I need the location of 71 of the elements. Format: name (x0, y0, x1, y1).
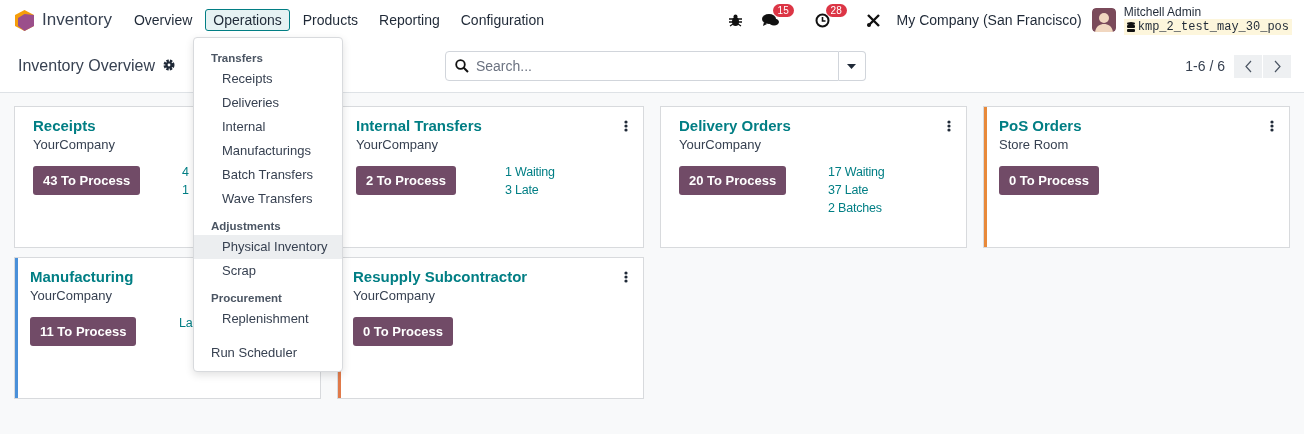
kebab-menu-icon (1270, 120, 1274, 132)
kebab-menu-icon (624, 120, 628, 132)
app-name[interactable]: Inventory (42, 10, 112, 30)
menu-item[interactable]: Internal (194, 115, 342, 139)
menu-item[interactable]: Run Scheduler (194, 341, 342, 365)
menu-section-header: Transfers (210, 51, 264, 66)
search-icon (454, 59, 469, 73)
menu-item[interactable]: Receipts (194, 67, 342, 91)
pager-value: 1-6 / 6 (1185, 58, 1225, 74)
stat-link[interactable]: 37 Late (828, 183, 869, 197)
user-name[interactable]: Mitchell Admin (1123, 5, 1292, 19)
stat-link[interactable]: La (179, 316, 193, 330)
card-title[interactable]: Delivery Orders (679, 116, 791, 136)
chat-icon (761, 13, 779, 27)
card-subtitle: YourCompany (356, 137, 438, 152)
stat-link[interactable]: 17 Waiting (828, 165, 885, 179)
to-process-button[interactable]: 2 To Process (356, 166, 456, 195)
stat-link[interactable]: 4 (182, 165, 189, 179)
menu-tab[interactable]: Products (294, 9, 367, 31)
card-subtitle: YourCompany (353, 288, 435, 303)
chevron-right-icon (1273, 59, 1281, 73)
stat-link[interactable]: 1 Waiting (505, 165, 555, 179)
clock-icon (814, 12, 830, 28)
next-button[interactable] (1263, 54, 1291, 78)
to-process-button[interactable]: 0 To Process (999, 166, 1099, 195)
card-title[interactable]: Manufacturing (30, 267, 134, 287)
menu-item[interactable]: Physical Inventory (194, 235, 342, 259)
card-subtitle: YourCompany (679, 137, 761, 152)
caret-icon (847, 63, 857, 69)
menu-tab[interactable]: Configuration (452, 9, 552, 31)
menu-item[interactable]: Manufacturings (194, 139, 342, 163)
menu-item[interactable]: Deliveries (194, 91, 342, 115)
user-avatar (1091, 8, 1116, 32)
to-process-button[interactable]: 20 To Process (679, 166, 787, 195)
menu-section-header: Adjustments (210, 219, 282, 234)
count-badge: 28 (825, 3, 847, 17)
card-subtitle: YourCompany (33, 137, 115, 152)
menu-item[interactable]: Scrap (194, 259, 342, 283)
card-title[interactable]: PoS Orders (999, 116, 1082, 136)
kebab-menu-icon (947, 120, 951, 132)
app-logo-icon (15, 9, 34, 31)
stat-link[interactable]: 3 Late (505, 183, 539, 197)
menu-tab[interactable]: Operations (205, 9, 290, 31)
to-process-button[interactable]: 0 To Process (353, 317, 453, 346)
count-badge: 15 (772, 4, 794, 17)
database-label: kmp_2_test_may_30_pos (1123, 19, 1292, 35)
menu-item[interactable]: Wave Transfers (194, 187, 342, 211)
kebab-menu-icon (624, 271, 628, 283)
stat-link[interactable]: 2 Batches (828, 201, 882, 215)
previous-button[interactable] (1234, 54, 1262, 78)
card-title[interactable]: Resupply Subcontractor (353, 267, 528, 287)
to-process-button[interactable]: 43 To Process (33, 166, 141, 195)
menu-item[interactable]: Batch Transfers (194, 163, 342, 187)
card-title[interactable]: Internal Transfers (356, 116, 482, 136)
menu-tab[interactable]: Overview (125, 9, 201, 31)
card-subtitle: YourCompany (30, 288, 112, 303)
search-field[interactable]: Search... (444, 51, 839, 81)
card-subtitle: Store Room (999, 137, 1069, 152)
bug-icon (728, 13, 742, 27)
menu-tab[interactable]: Reporting (371, 9, 448, 31)
search-options-toggle[interactable] (838, 51, 866, 81)
chevron-left-icon (1244, 59, 1252, 73)
menu-section-header: Procurement (210, 291, 283, 306)
menu-item[interactable]: Replenishment (194, 307, 342, 331)
database-icon (1126, 22, 1135, 32)
settings-icon (162, 59, 175, 71)
company-switcher[interactable]: My Company (San Francisco) (896, 12, 1082, 28)
card-title[interactable]: Receipts (33, 116, 96, 136)
to-process-button[interactable]: 11 To Process (30, 317, 137, 346)
stat-link[interactable]: 1 (182, 183, 189, 197)
page-title: Inventory Overview (18, 57, 155, 75)
